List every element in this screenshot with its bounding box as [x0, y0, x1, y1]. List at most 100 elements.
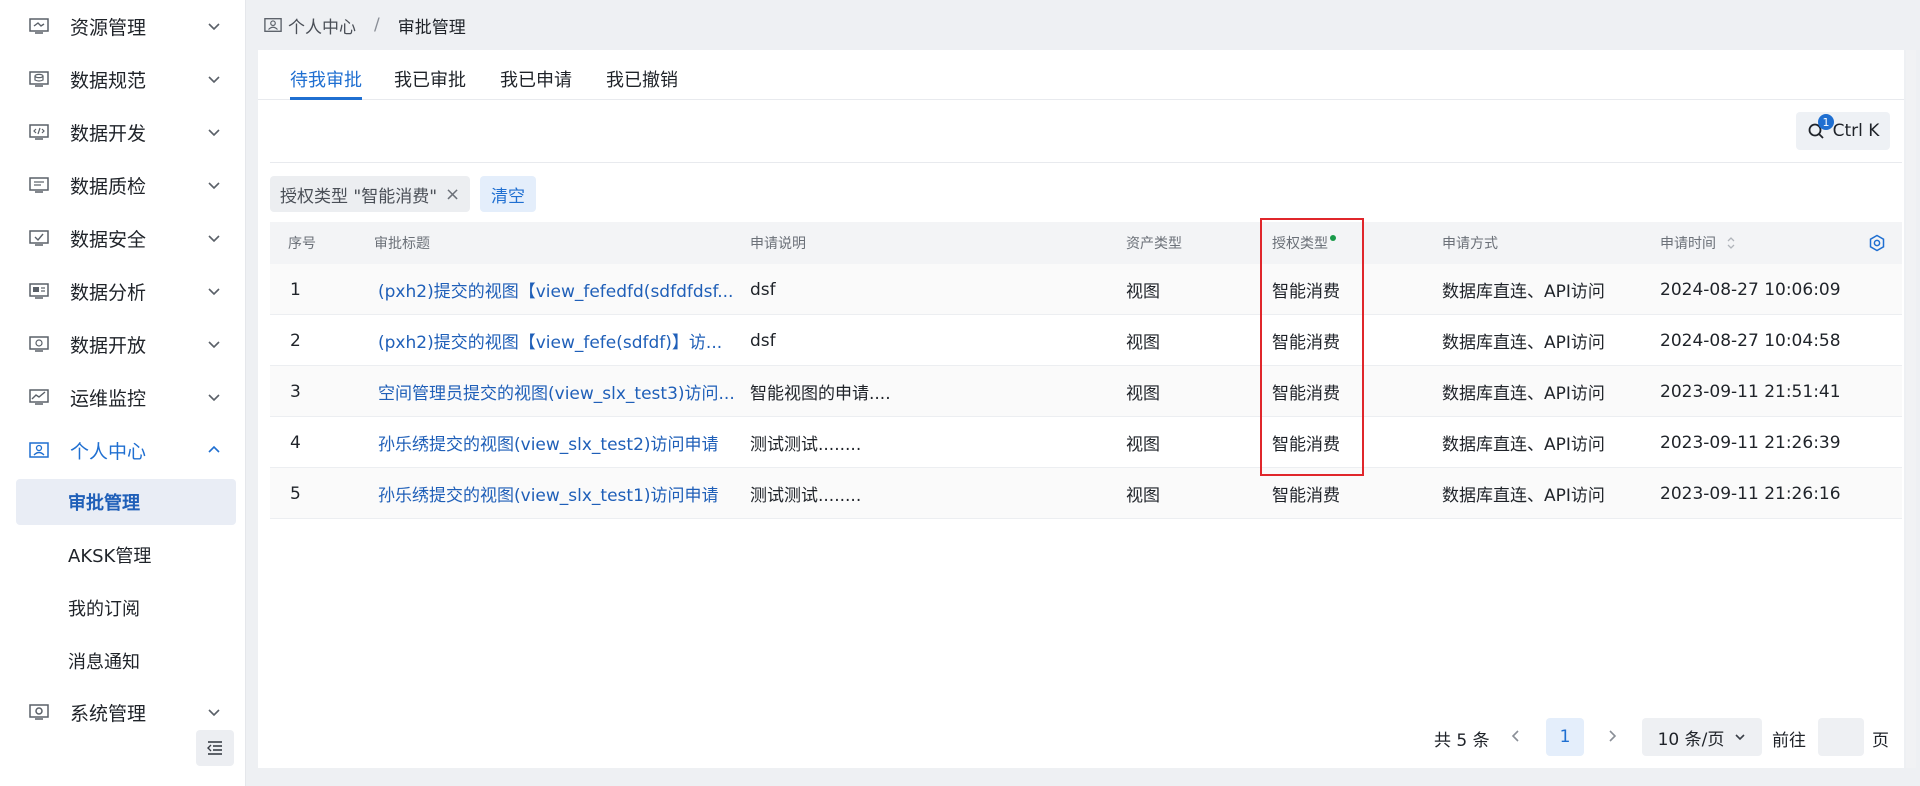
prev-page-button[interactable] [1504, 724, 1528, 748]
cell-apply-time: 2023-09-11 21:51:41 [1660, 381, 1841, 402]
chevron-down-icon [208, 23, 220, 31]
page-size-select[interactable]: 10 条/页 [1642, 718, 1762, 756]
table-row[interactable]: 5 孙乐绣提交的视图(view_slx_test1)访问申请 测试测试.....… [270, 468, 1902, 519]
table-header: 序号 审批标题 申请说明 资产类型 授权类型 申请方式 申请时间 [270, 222, 1902, 264]
sidebar-item-my-subscriptions[interactable]: 我的订阅 [16, 585, 236, 631]
cell-title-link[interactable]: (pxh2)提交的视图【view_fefedfd(sdfdfdsf... [378, 264, 734, 315]
cell-asset-type: 视图 [1126, 486, 1160, 506]
cell-asset-type: 视图 [1126, 333, 1160, 353]
column-header: 审批标题 [374, 236, 430, 252]
column-settings-button[interactable] [1868, 222, 1886, 264]
page-number-button[interactable]: 1 [1546, 718, 1584, 756]
personal-icon [28, 441, 50, 459]
tab-applied[interactable]: 我已申请 [500, 66, 572, 100]
resource-icon [28, 17, 50, 35]
divider [270, 162, 1902, 163]
cell-description: 测试测试........ [750, 486, 862, 506]
menu-item-ops-monitor[interactable]: 运维监控 [16, 373, 236, 421]
chevron-right-icon [1609, 730, 1617, 742]
collapse-sidebar-button[interactable] [196, 730, 234, 766]
chevron-down-icon [208, 709, 220, 717]
cell-auth-type: 智能消费 [1272, 384, 1340, 404]
cell-index: 5 [290, 483, 301, 504]
chevron-up-icon [208, 445, 220, 453]
menu-label: 数据开放 [70, 334, 147, 357]
menu-item-data-analysis[interactable]: 数据分析 [16, 267, 236, 315]
cell-apply-time: 2023-09-11 21:26:39 [1660, 432, 1841, 453]
column-header-apply-time[interactable]: 申请时间 [1660, 222, 1736, 264]
menu-item-data-open[interactable]: 数据开放 [16, 320, 236, 368]
search-button[interactable]: 1 Ctrl K [1796, 112, 1890, 150]
code-icon [28, 123, 50, 141]
cell-auth-type: 智能消费 [1272, 282, 1340, 302]
cell-auth-type: 智能消费 [1272, 333, 1340, 353]
breadcrumb-current: 审批管理 [397, 17, 466, 38]
menu-item-data-dev[interactable]: 数据开发 [16, 108, 236, 156]
menu-label: 数据开发 [70, 122, 147, 145]
chevron-down-icon [208, 341, 220, 349]
column-header: 序号 [288, 236, 316, 252]
cell-index: 1 [290, 279, 301, 300]
sidebar-item-notifications[interactable]: 消息通知 [16, 638, 236, 684]
table-row[interactable]: 2 (pxh2)提交的视图【view_fefe(sdfdf)】访... dsf … [270, 315, 1902, 366]
notification-badge: 1 [1818, 114, 1834, 130]
menu-item-data-quality[interactable]: 数据质检 [16, 161, 236, 209]
tab-approved[interactable]: 我已审批 [394, 66, 466, 100]
cell-description: dsf [750, 330, 776, 351]
menu-label: 系统管理 [70, 702, 147, 725]
quality-icon [28, 176, 50, 194]
main-panel: 待我审批 我已审批 我已申请 我已撤销 1 Ctrl K 授权类型 "智能消费"… [258, 50, 1904, 768]
cell-description: dsf [750, 279, 776, 300]
clear-filter-button[interactable]: 清空 [480, 176, 536, 212]
filter-tag-label: 授权类型 "智能消费" [280, 186, 438, 207]
cell-apply-time: 2024-08-27 10:06:09 [1660, 279, 1841, 300]
cell-apply-method: 数据库直连、API访问 [1442, 333, 1605, 353]
breadcrumb-parent[interactable]: 个人中心 [288, 13, 356, 38]
page-size-value: 10 条/页 [1657, 729, 1725, 750]
menu-label: 资源管理 [70, 16, 147, 39]
menu-item-resource[interactable]: 资源管理 [16, 2, 236, 50]
sidebar-item-aksk-management[interactable]: AKSK管理 [16, 532, 236, 578]
column-header-auth-type[interactable]: 授权类型 [1272, 222, 1336, 264]
tab-bar: 待我审批 我已审批 我已申请 我已撤销 [258, 50, 1904, 100]
cell-auth-type: 智能消费 [1272, 435, 1340, 455]
monitor-icon [28, 388, 50, 406]
database-icon [28, 70, 50, 88]
menu-item-system-management[interactable]: 系统管理 [16, 688, 236, 736]
approval-table: 序号 审批标题 申请说明 资产类型 授权类型 申请方式 申请时间 1 (pxh2… [270, 222, 1902, 519]
security-icon [28, 229, 50, 247]
close-icon[interactable]: × [445, 184, 460, 205]
goto-page-input[interactable] [1818, 718, 1864, 756]
next-page-button[interactable] [1600, 724, 1624, 748]
cell-asset-type: 视图 [1126, 282, 1160, 302]
cell-asset-type: 视图 [1126, 435, 1160, 455]
menu-item-personal-center[interactable]: 个人中心 [16, 426, 236, 474]
menu-label: 个人中心 [70, 440, 147, 463]
sidebar-item-approval-management[interactable]: 审批管理 [16, 479, 236, 525]
menu-item-data-security[interactable]: 数据安全 [16, 214, 236, 262]
chevron-down-icon [1735, 734, 1745, 741]
filter-active-dot [1330, 235, 1336, 241]
column-header-label: 申请时间 [1660, 236, 1716, 252]
menu-item-data-spec[interactable]: 数据规范 [16, 55, 236, 103]
cell-index: 3 [290, 381, 301, 402]
system-icon [28, 703, 50, 721]
table-row[interactable]: 1 (pxh2)提交的视图【view_fefedfd(sdfdfdsf... d… [270, 264, 1902, 315]
breadcrumb: 个人中心 / 审批管理 [264, 12, 466, 38]
cell-title-link[interactable]: (pxh2)提交的视图【view_fefe(sdfdf)】访... [378, 315, 734, 366]
chevron-left-icon [1511, 730, 1519, 742]
table-row[interactable]: 4 孙乐绣提交的视图(view_slx_test2)访问申请 测试测试.....… [270, 417, 1902, 468]
table-row[interactable]: 3 空间管理员提交的视图(view_slx_test3)访问... 智能视图的申… [270, 366, 1902, 417]
sidebar: 资源管理 数据规范 数据开发 数据质检 数据安全 数据分析 数据开放 运维监控 [0, 0, 246, 786]
cell-apply-time: 2023-09-11 21:26:16 [1660, 483, 1841, 504]
cell-index: 4 [290, 432, 301, 453]
cell-title-link[interactable]: 空间管理员提交的视图(view_slx_test3)访问... [378, 366, 734, 417]
cell-title-link[interactable]: 孙乐绣提交的视图(view_slx_test1)访问申请 [378, 468, 734, 519]
tab-pending-approval[interactable]: 待我审批 [290, 66, 362, 100]
cell-title-link[interactable]: 孙乐绣提交的视图(view_slx_test2)访问申请 [378, 417, 734, 468]
cell-apply-method: 数据库直连、API访问 [1442, 435, 1605, 455]
scrollbar[interactable] [1906, 50, 1916, 768]
breadcrumb-separator: / [374, 15, 380, 35]
cell-description: 智能视图的申请.... [750, 384, 891, 404]
tab-revoked[interactable]: 我已撤销 [606, 66, 678, 100]
